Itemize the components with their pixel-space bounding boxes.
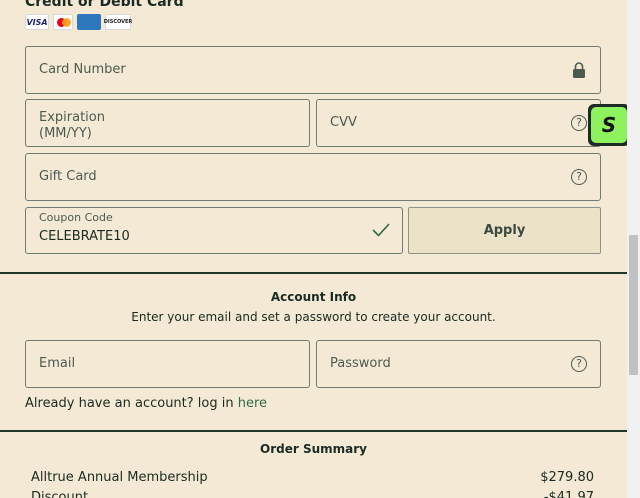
account-info-subtitle: Enter your email and set a password to c… (131, 310, 496, 324)
checkmark-icon (372, 223, 390, 237)
login-prompt-text: Already have an account? log in (25, 396, 238, 411)
password-help-icon[interactable]: ? (571, 356, 587, 372)
coupon-code-label: Coupon Code (39, 211, 113, 224)
order-row-label: Discount (31, 490, 89, 498)
email-field[interactable]: Email (25, 340, 310, 388)
lock-icon (573, 62, 585, 78)
expiration-placeholder: Expiration (39, 110, 105, 125)
cvv-help-icon[interactable]: ? (571, 115, 587, 131)
login-link[interactable]: here (238, 396, 267, 411)
coupon-code-field[interactable]: Coupon Code CELEBRATE10 (25, 207, 403, 254)
coupon-code-value: CELEBRATE10 (39, 229, 130, 244)
page-scrollbar[interactable] (627, 0, 640, 498)
cvv-placeholder: CVV (330, 115, 357, 130)
card-number-placeholder: Card Number (39, 62, 126, 77)
account-info-title: Account Info (270, 290, 357, 304)
cvv-field[interactable]: CVV ? (316, 99, 601, 147)
section-divider (0, 430, 627, 432)
mastercard-logo (53, 14, 73, 30)
payment-section-title: Credit or Debit Card (25, 0, 184, 10)
email-placeholder: Email (39, 356, 76, 371)
visa-logo: VISA (25, 14, 49, 30)
login-prompt: Already have an account? log in here (25, 396, 267, 411)
apply-coupon-button[interactable]: Apply (408, 207, 601, 254)
gift-card-field[interactable]: Gift Card ? (25, 153, 601, 201)
card-number-field[interactable]: Card Number (25, 46, 601, 94)
order-row-label: Alltrue Annual Membership (31, 470, 208, 485)
section-divider (0, 272, 627, 274)
s-extension-badge[interactable]: S (588, 104, 630, 146)
password-field[interactable]: Password ? (316, 340, 601, 388)
card-logos: VISA DISCOVER (25, 14, 132, 30)
expiration-format-hint: (MM/YY) (39, 126, 92, 141)
gift-card-placeholder: Gift Card (39, 169, 97, 184)
password-placeholder: Password (330, 356, 391, 371)
expiration-field[interactable]: Expiration (MM/YY) (25, 99, 310, 147)
gift-card-help-icon[interactable]: ? (571, 169, 587, 185)
scrollbar-thumb[interactable] (629, 235, 638, 375)
amex-logo (77, 14, 101, 30)
order-row-value: -$41.97 (543, 490, 594, 498)
order-row-value: $279.80 (540, 470, 594, 485)
s-badge-letter: S (591, 107, 627, 143)
order-summary-title: Order Summary (260, 442, 367, 456)
discover-logo: DISCOVER (104, 14, 132, 30)
